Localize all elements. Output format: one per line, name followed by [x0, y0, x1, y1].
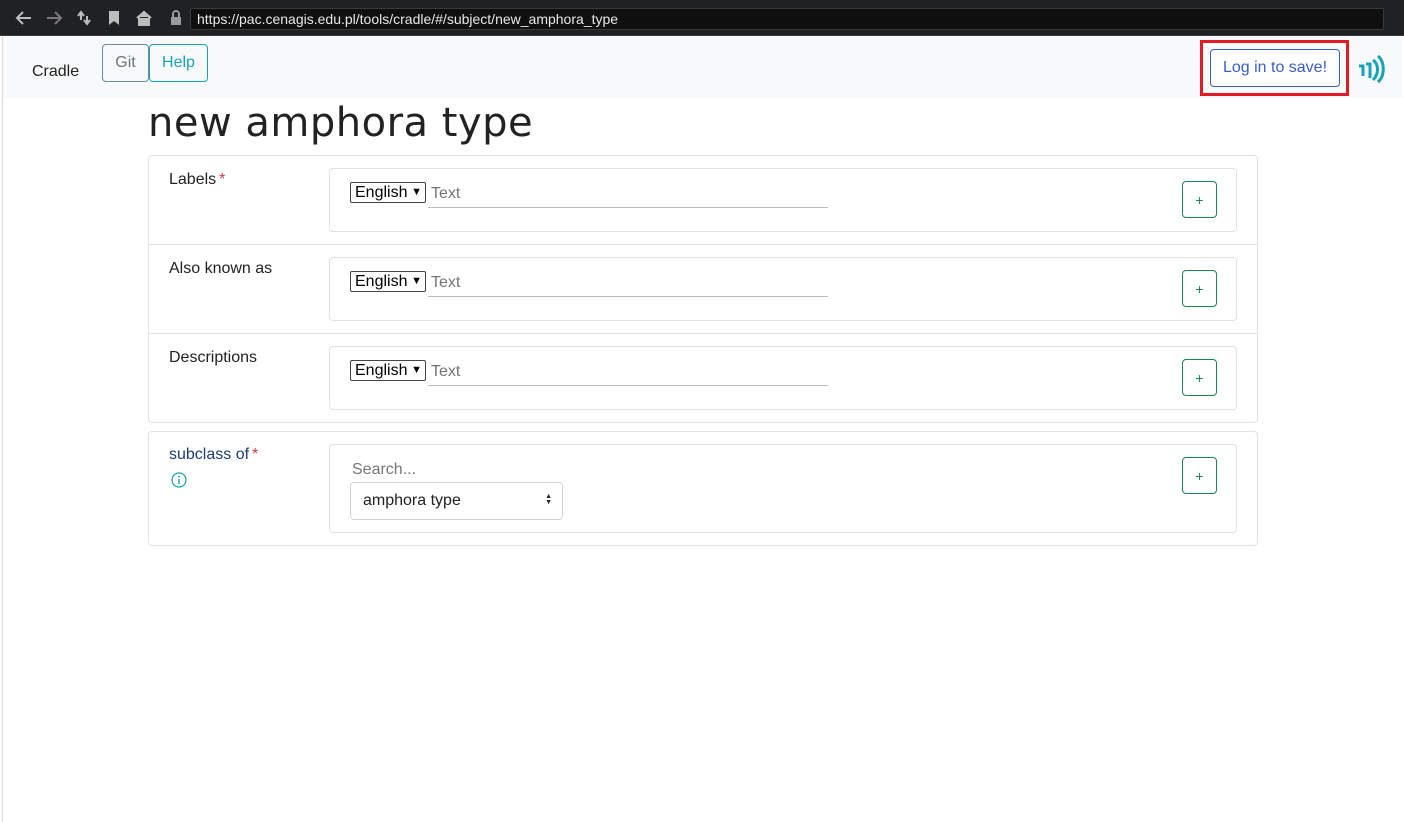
brand-link[interactable]: Cradle [32, 63, 79, 81]
field-label: Descriptions [169, 349, 258, 366]
info-icon[interactable] [171, 472, 187, 488]
navbar: Cradle Git Help Log in to save! [3, 37, 1403, 98]
text-input[interactable] [428, 359, 828, 386]
field-input-group: English▼ + [329, 257, 1237, 321]
browser-toolbar: https://pac.cenagis.edu.pl/tools/cradle/… [0, 0, 1404, 36]
sort-arrows-icon: ▲ ▼ [545, 493, 552, 507]
lock-icon [166, 8, 186, 28]
address-bar[interactable]: https://pac.cenagis.edu.pl/tools/cradle/… [190, 8, 1384, 30]
field-input-group: English▼ + [329, 346, 1237, 410]
back-icon[interactable] [14, 8, 34, 28]
chevron-down-icon: ▼ [411, 364, 422, 376]
text-input[interactable] [428, 270, 828, 297]
reload-icon[interactable] [74, 8, 94, 28]
add-subclass-button[interactable]: + [1182, 457, 1217, 494]
bookmark-icon[interactable] [104, 8, 124, 28]
language-select[interactable]: English ▼ [350, 360, 426, 381]
divider [149, 333, 1257, 334]
required-marker: * [252, 446, 259, 463]
add-value-button[interactable]: + [1182, 359, 1217, 396]
class-select[interactable]: amphora type ▲ ▼ [350, 482, 563, 520]
chevron-down-icon: ▼ [411, 275, 422, 287]
subclass-label[interactable]: subclass of * [169, 446, 258, 464]
add-value-button[interactable]: + [1182, 181, 1217, 218]
language-select[interactable]: English ▼ [350, 182, 426, 203]
help-button[interactable]: Help [149, 44, 208, 82]
git-button[interactable]: Git [102, 44, 149, 82]
add-value-button[interactable]: + [1182, 270, 1217, 307]
field-label: Also known as [169, 260, 273, 277]
field-label: Labels * [169, 171, 226, 188]
login-button[interactable]: Log in to save! [1210, 49, 1340, 87]
text-input[interactable] [428, 181, 828, 208]
field-input-group: English▼ + [329, 168, 1237, 232]
subclass-card: subclass of * Search... amphora type ▲ ▼ + [148, 431, 1258, 546]
page-title: new amphora type [148, 100, 534, 146]
chevron-down-icon: ▼ [411, 186, 422, 198]
forward-icon[interactable] [44, 8, 64, 28]
subclass-input-group: Search... amphora type ▲ ▼ + [329, 444, 1237, 533]
search-input[interactable]: Search... [352, 461, 416, 479]
text-fields-card: Labels* English▼ + Also known as English… [148, 155, 1258, 423]
language-select[interactable]: English ▼ [350, 271, 426, 292]
home-icon[interactable] [134, 8, 154, 28]
divider [149, 244, 1257, 245]
page: Cradle Git Help Log in to save! new amph… [2, 37, 1403, 822]
required-marker: * [219, 171, 226, 188]
app-logo-icon [1357, 54, 1385, 84]
